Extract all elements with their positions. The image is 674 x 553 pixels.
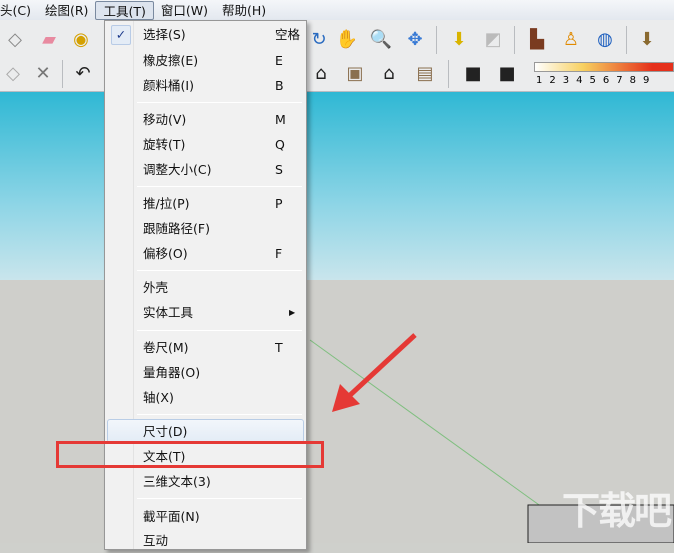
item-label: 调整大小(C) [143, 162, 212, 177]
item-shortcut: F [275, 246, 283, 261]
menu-item-dimensions[interactable]: 尺寸(D) [107, 419, 304, 443]
item-label: 互动 [143, 533, 169, 548]
tools-dropdown-menu: ✓ 选择(S) 空格 橡皮擦(E) E 颜料桶(I) B 移动(V) M 旋转(T) Q 调… [104, 20, 307, 550]
item-label: 三维文本(3) [143, 474, 211, 489]
menu-item-outer-shell[interactable]: 外壳 [107, 276, 304, 300]
item-label: 轴(X) [143, 390, 174, 405]
item-shortcut: M [275, 112, 286, 127]
menu-item-protractor[interactable]: 量角器(O) [107, 361, 304, 385]
item-label: 推/拉(P) [143, 196, 190, 211]
menu-item-tape-measure[interactable]: 卷尺(M) T [107, 336, 304, 360]
item-label: 橡皮擦(E) [143, 53, 199, 68]
item-shortcut: P [275, 196, 283, 211]
watermark: 下载吧 [561, 489, 672, 533]
checkmark-icon: ✓ [111, 25, 131, 45]
item-label: 选择(S) [143, 27, 186, 42]
item-shortcut: 空格 [275, 27, 301, 42]
submenu-arrow-icon: ▶ [289, 308, 296, 317]
menu-separator [137, 186, 302, 187]
item-shortcut: B [275, 78, 284, 93]
item-label: 量角器(O) [143, 365, 201, 380]
annotation-arrow-icon [332, 333, 417, 412]
item-label: 实体工具 [143, 305, 194, 320]
menu-item-rotate[interactable]: 旋转(T) Q [107, 133, 304, 157]
green-axis-line [309, 339, 561, 521]
item-shortcut: T [275, 340, 283, 355]
menu-separator [137, 414, 302, 415]
menu-item-move[interactable]: 移动(V) M [107, 108, 304, 132]
item-label: 卷尺(M) [143, 340, 189, 355]
item-shortcut: S [275, 162, 283, 177]
menu-item-follow-me[interactable]: 跟随路径(F) [107, 217, 304, 241]
item-label: 移动(V) [143, 112, 187, 127]
item-label: 颜料桶(I) [143, 78, 194, 93]
menu-separator [137, 498, 302, 499]
menu-item-push-pull[interactable]: 推/拉(P) P [107, 192, 304, 216]
menu-separator [137, 102, 302, 103]
menu-item-offset[interactable]: 偏移(O) F [107, 242, 304, 266]
item-shortcut: E [275, 53, 283, 68]
menu-separator [137, 270, 302, 271]
item-label: 外壳 [143, 280, 169, 295]
item-label: 跟随路径(F) [143, 221, 210, 236]
menu-item-select[interactable]: ✓ 选择(S) 空格 [107, 23, 304, 47]
annotation-highlight-box [56, 441, 324, 468]
menu-item-interact[interactable]: 互动 [107, 529, 304, 553]
menu-item-3d-text[interactable]: 三维文本(3) [107, 470, 304, 494]
menu-item-solid-tools[interactable]: 实体工具 ▶ [107, 301, 304, 325]
menu-item-eraser[interactable]: 橡皮擦(E) E [107, 49, 304, 73]
menu-item-axes[interactable]: 轴(X) [107, 386, 304, 410]
menu-item-scale[interactable]: 调整大小(C) S [107, 158, 304, 182]
item-label: 偏移(O) [143, 246, 188, 261]
item-label: 截平面(N) [143, 509, 200, 524]
menu-separator [137, 330, 302, 331]
item-shortcut: Q [275, 137, 285, 152]
menu-item-section-plane[interactable]: 截平面(N) [107, 505, 304, 529]
menu-item-paint-bucket[interactable]: 颜料桶(I) B [107, 74, 304, 98]
item-label: 旋转(T) [143, 137, 186, 152]
